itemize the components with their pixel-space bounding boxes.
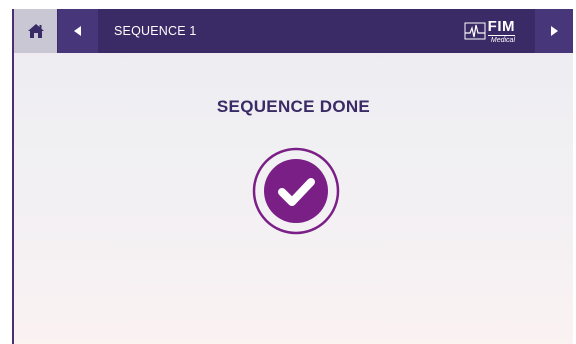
title-area: SEQUENCE 1 FIM Medical <box>98 9 535 53</box>
forward-button[interactable] <box>535 9 573 53</box>
logo-sub-text: Medical <box>490 36 515 44</box>
top-bar: SEQUENCE 1 FIM Medical <box>14 9 573 53</box>
ecg-logo-icon <box>464 22 486 40</box>
back-button[interactable] <box>58 9 98 53</box>
logo-main-text: FIM <box>487 17 515 36</box>
device-screen: SEQUENCE 1 FIM Medical SEQUENCE DONE <box>12 9 573 344</box>
home-button[interactable] <box>14 9 57 53</box>
status-indicator <box>252 147 340 235</box>
triangle-left-icon <box>74 26 81 36</box>
fim-medical-logo: FIM Medical <box>464 19 515 44</box>
home-icon <box>27 24 44 38</box>
triangle-right-icon <box>551 26 558 36</box>
sequence-title: SEQUENCE 1 <box>114 24 197 38</box>
check-circle-icon <box>252 147 340 235</box>
status-title: SEQUENCE DONE <box>216 97 371 116</box>
